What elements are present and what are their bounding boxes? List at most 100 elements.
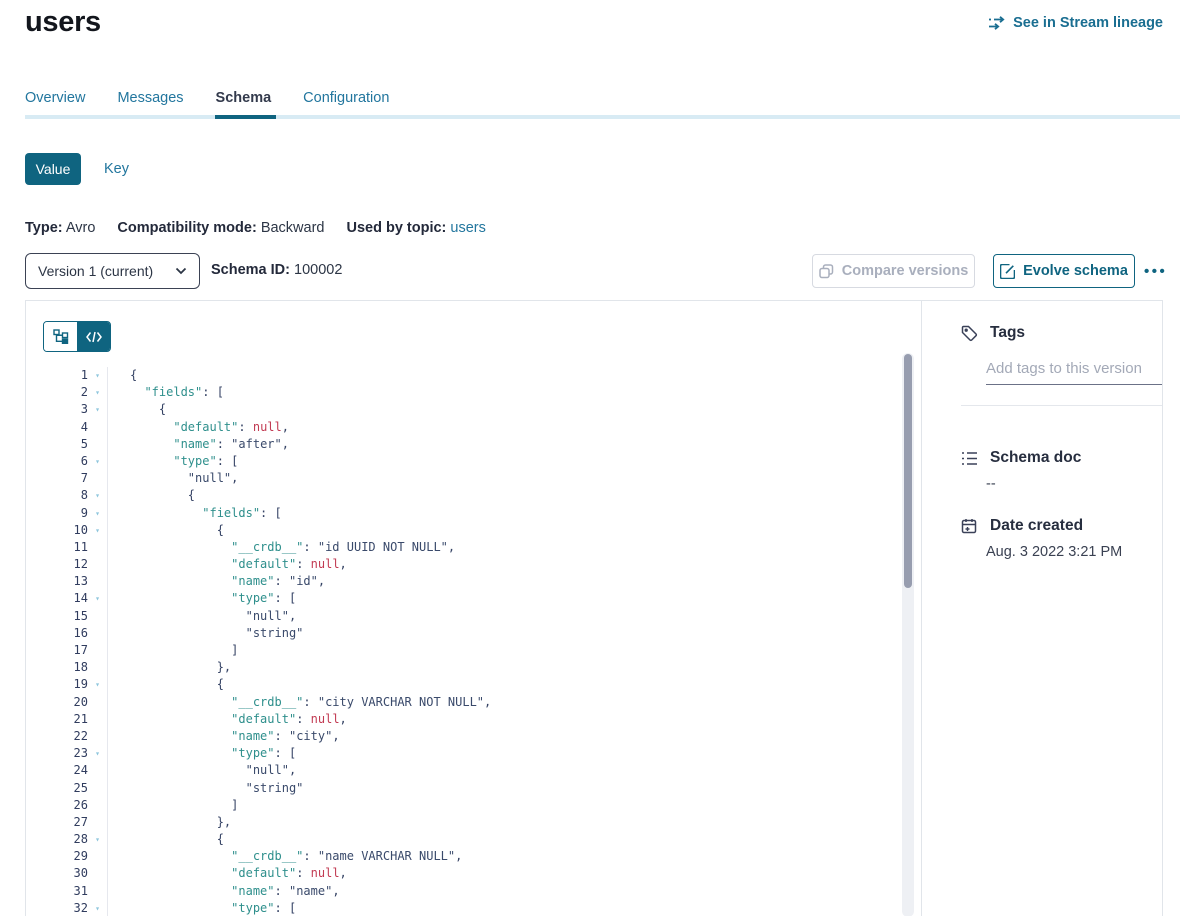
code-line: 4 "default": null, bbox=[26, 419, 921, 436]
version-select[interactable]: Version 1 (current) bbox=[25, 253, 200, 289]
line-number: 12 bbox=[26, 556, 88, 573]
fold-toggle-icon[interactable]: ▾ bbox=[88, 401, 108, 418]
code-line: 30 "default": null, bbox=[26, 865, 921, 882]
fold-toggle-icon[interactable]: ▾ bbox=[88, 676, 108, 693]
page-title: users bbox=[25, 6, 101, 39]
schema-panel: 1▾{2▾ "fields": [3▾ {4 "default": null,5… bbox=[25, 300, 1163, 916]
tree-view-icon bbox=[53, 329, 69, 344]
calendar-plus-icon bbox=[961, 518, 978, 535]
tab-schema[interactable]: Schema bbox=[216, 90, 272, 115]
fold-column bbox=[88, 780, 108, 797]
code-view-icon bbox=[86, 331, 102, 343]
fold-toggle-icon[interactable]: ▾ bbox=[88, 745, 108, 762]
code-text: }, bbox=[108, 814, 231, 831]
line-number: 11 bbox=[26, 539, 88, 556]
code-line: 23▾ "type": [ bbox=[26, 745, 921, 762]
fold-toggle-icon[interactable]: ▾ bbox=[88, 384, 108, 401]
code-line: 16 "string" bbox=[26, 625, 921, 642]
schema-id-value: 100002 bbox=[294, 262, 342, 278]
tab-overview[interactable]: Overview bbox=[25, 90, 85, 115]
topic-link[interactable]: users bbox=[450, 220, 485, 236]
tab-messages[interactable]: Messages bbox=[117, 90, 183, 115]
value-toggle-button[interactable]: Value bbox=[25, 153, 81, 185]
code-scrollbar-thumb[interactable] bbox=[904, 354, 912, 588]
code-line: 27 }, bbox=[26, 814, 921, 831]
compare-versions-button[interactable]: Compare versions bbox=[812, 254, 975, 288]
code-text: "fields": [ bbox=[108, 384, 224, 401]
type-value: Avro bbox=[66, 220, 96, 236]
schema-doc-section-header: Schema doc bbox=[961, 449, 1081, 467]
code-text: "type": [ bbox=[108, 900, 296, 916]
code-line: 32▾ "type": [ bbox=[26, 900, 921, 916]
code-line: 29 "__crdb__": "name VARCHAR NULL", bbox=[26, 848, 921, 865]
code-text: "default": null, bbox=[108, 711, 347, 728]
line-number: 13 bbox=[26, 573, 88, 590]
code-line: 3▾ { bbox=[26, 401, 921, 418]
fold-column bbox=[88, 865, 108, 882]
line-number: 6 bbox=[26, 453, 88, 470]
schema-id: Schema ID: 100002 bbox=[211, 262, 342, 278]
fold-toggle-icon[interactable]: ▾ bbox=[88, 590, 108, 607]
key-toggle-link[interactable]: Key bbox=[104, 161, 129, 177]
tags-section-header: Tags bbox=[961, 324, 1025, 342]
code-text: ] bbox=[108, 797, 238, 814]
see-in-stream-lineage-link[interactable]: See in Stream lineage bbox=[988, 15, 1163, 31]
fold-toggle-icon[interactable]: ▾ bbox=[88, 453, 108, 470]
line-number: 32 bbox=[26, 900, 88, 916]
code-text: "name": "city", bbox=[108, 728, 340, 745]
view-toggle bbox=[43, 321, 111, 352]
more-actions-button[interactable]: ••• bbox=[1144, 254, 1167, 288]
code-text: "type": [ bbox=[108, 745, 296, 762]
line-number: 24 bbox=[26, 762, 88, 779]
code-text: "null", bbox=[108, 608, 296, 625]
code-scrollbar-track[interactable] bbox=[902, 353, 914, 916]
code-line: 31 "name": "name", bbox=[26, 883, 921, 900]
code-text: { bbox=[108, 401, 166, 418]
line-number: 9 bbox=[26, 505, 88, 522]
code-line: 28▾ { bbox=[26, 831, 921, 848]
code-line: 6▾ "type": [ bbox=[26, 453, 921, 470]
line-number: 23 bbox=[26, 745, 88, 762]
line-number: 26 bbox=[26, 797, 88, 814]
line-number: 2 bbox=[26, 384, 88, 401]
fold-toggle-icon[interactable]: ▾ bbox=[88, 522, 108, 539]
line-number: 7 bbox=[26, 470, 88, 487]
tab-configuration[interactable]: Configuration bbox=[303, 90, 389, 115]
code-text: "name": "id", bbox=[108, 573, 325, 590]
schema-doc-title: Schema doc bbox=[990, 449, 1081, 467]
code-text: { bbox=[108, 367, 137, 384]
code-text: }, bbox=[108, 659, 231, 676]
fold-toggle-icon[interactable]: ▾ bbox=[88, 505, 108, 522]
tabs: Overview Messages Schema Configuration bbox=[25, 90, 1180, 119]
line-number: 28 bbox=[26, 831, 88, 848]
code-line: 26 ] bbox=[26, 797, 921, 814]
code-text: ] bbox=[108, 642, 238, 659]
fold-column bbox=[88, 608, 108, 625]
fold-column bbox=[88, 728, 108, 745]
line-number: 5 bbox=[26, 436, 88, 453]
tree-view-button[interactable] bbox=[44, 322, 77, 351]
evolve-schema-button[interactable]: Evolve schema bbox=[993, 254, 1135, 288]
line-number: 15 bbox=[26, 608, 88, 625]
fold-column bbox=[88, 573, 108, 590]
add-tags-input[interactable] bbox=[986, 356, 1163, 385]
code-view-button[interactable] bbox=[77, 322, 110, 351]
fold-toggle-icon[interactable]: ▾ bbox=[88, 487, 108, 504]
fold-toggle-icon[interactable]: ▾ bbox=[88, 900, 108, 916]
code-line: 15 "null", bbox=[26, 608, 921, 625]
code-line: 25 "string" bbox=[26, 780, 921, 797]
fold-column bbox=[88, 762, 108, 779]
code-text: "name": "name", bbox=[108, 883, 340, 900]
list-icon bbox=[961, 451, 978, 466]
fold-toggle-icon[interactable]: ▾ bbox=[88, 831, 108, 848]
fold-toggle-icon[interactable]: ▾ bbox=[88, 367, 108, 384]
code-line: 10▾ { bbox=[26, 522, 921, 539]
copy-icon bbox=[819, 264, 834, 279]
code-text: "type": [ bbox=[108, 590, 296, 607]
tags-title: Tags bbox=[990, 324, 1025, 342]
compatibility-value: Backward bbox=[261, 220, 325, 236]
line-number: 14 bbox=[26, 590, 88, 607]
code-text: { bbox=[108, 831, 224, 848]
code-line: 17 ] bbox=[26, 642, 921, 659]
code-line: 9▾ "fields": [ bbox=[26, 505, 921, 522]
